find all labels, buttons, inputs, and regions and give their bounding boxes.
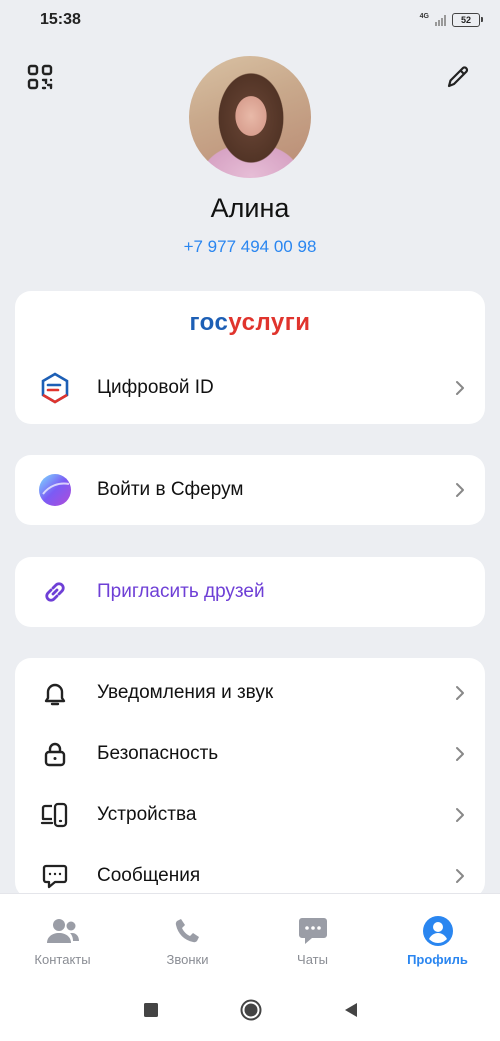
digital-id-icon	[37, 370, 73, 406]
contacts-icon	[46, 914, 80, 948]
gosuslugi-card: госуслуги Цифровой ID	[15, 291, 485, 424]
digital-id-row[interactable]: Цифровой ID	[15, 358, 485, 418]
network-type: 4G	[419, 12, 429, 20]
circle-icon	[240, 999, 262, 1021]
settings-item-label: Безопасность	[97, 743, 219, 764]
profile-phone[interactable]: +7 977 494 00 98	[0, 237, 500, 257]
lock-icon	[37, 736, 73, 772]
profile-name: Алина	[210, 193, 290, 223]
status-time: 15:38	[40, 11, 81, 28]
chevron-right-icon	[453, 381, 467, 395]
phone-icon	[171, 914, 205, 948]
sferum-card: Войти в Сферум	[15, 455, 485, 525]
status-bar: 15:38 4G 52	[0, 0, 500, 40]
gosuslugi-logo-part1: гос	[189, 309, 229, 336]
settings-item-messages[interactable]: Сообщения	[15, 846, 485, 898]
battery-level: 52	[460, 15, 471, 25]
signal-icon	[435, 14, 446, 26]
devices-icon	[37, 797, 73, 833]
sferum-icon	[37, 472, 73, 508]
gosuslugi-logo-part2: услуги	[228, 309, 311, 336]
tab-calls[interactable]: Звонки	[125, 894, 250, 980]
sferum-label: Войти в Сферум	[97, 479, 244, 500]
square-icon	[144, 1003, 158, 1017]
settings-item-notifications[interactable]: Уведомления и звук	[15, 663, 485, 723]
tab-label: Звонки	[166, 952, 209, 967]
qr-code-button[interactable]	[25, 62, 55, 92]
settings-item-label: Сообщения	[97, 865, 201, 886]
edit-profile-button[interactable]	[443, 62, 473, 92]
back-button[interactable]	[340, 999, 362, 1021]
invite-card: Пригласить друзей	[15, 557, 485, 627]
home-button[interactable]	[240, 999, 262, 1021]
avatar[interactable]	[189, 56, 311, 178]
system-nav-bar	[0, 980, 500, 1041]
battery-icon: 52	[452, 13, 483, 27]
chevron-right-icon	[453, 686, 467, 700]
tab-label: Контакты	[34, 952, 91, 967]
recents-button[interactable]	[140, 999, 162, 1021]
bottom-nav: Контакты Звонки Чаты Профиль	[0, 893, 500, 980]
pencil-icon	[447, 66, 469, 88]
sferum-row[interactable]: Войти в Сферум	[15, 460, 485, 520]
triangle-left-icon	[345, 1003, 357, 1017]
chevron-right-icon	[453, 808, 467, 822]
tab-label: Профиль	[407, 952, 468, 967]
digital-id-label: Цифровой ID	[97, 377, 214, 398]
tab-contacts[interactable]: Контакты	[0, 894, 125, 980]
message-icon	[37, 858, 73, 894]
gosuslugi-logo: госуслуги	[15, 309, 485, 337]
link-icon	[37, 574, 73, 610]
tab-label: Чаты	[297, 952, 328, 967]
bell-icon	[37, 675, 73, 711]
tab-profile[interactable]: Профиль	[375, 894, 500, 980]
chevron-right-icon	[453, 483, 467, 497]
chevron-right-icon	[453, 869, 467, 883]
settings-item-label: Уведомления и звук	[97, 682, 274, 703]
settings-item-label: Устройства	[97, 804, 197, 825]
tab-chats[interactable]: Чаты	[250, 894, 375, 980]
profile-icon	[421, 914, 455, 948]
invite-friends-label: Пригласить друзей	[97, 581, 265, 602]
chevron-right-icon	[453, 747, 467, 761]
settings-item-devices[interactable]: Устройства	[15, 785, 485, 845]
qr-code-icon	[27, 64, 53, 90]
chat-icon	[296, 914, 330, 948]
settings-card: Уведомления и звук Безопасность Устройст…	[15, 658, 485, 898]
status-indicators: 4G 52	[419, 12, 483, 27]
settings-item-security[interactable]: Безопасность	[15, 724, 485, 784]
invite-friends-row[interactable]: Пригласить друзей	[15, 562, 485, 622]
